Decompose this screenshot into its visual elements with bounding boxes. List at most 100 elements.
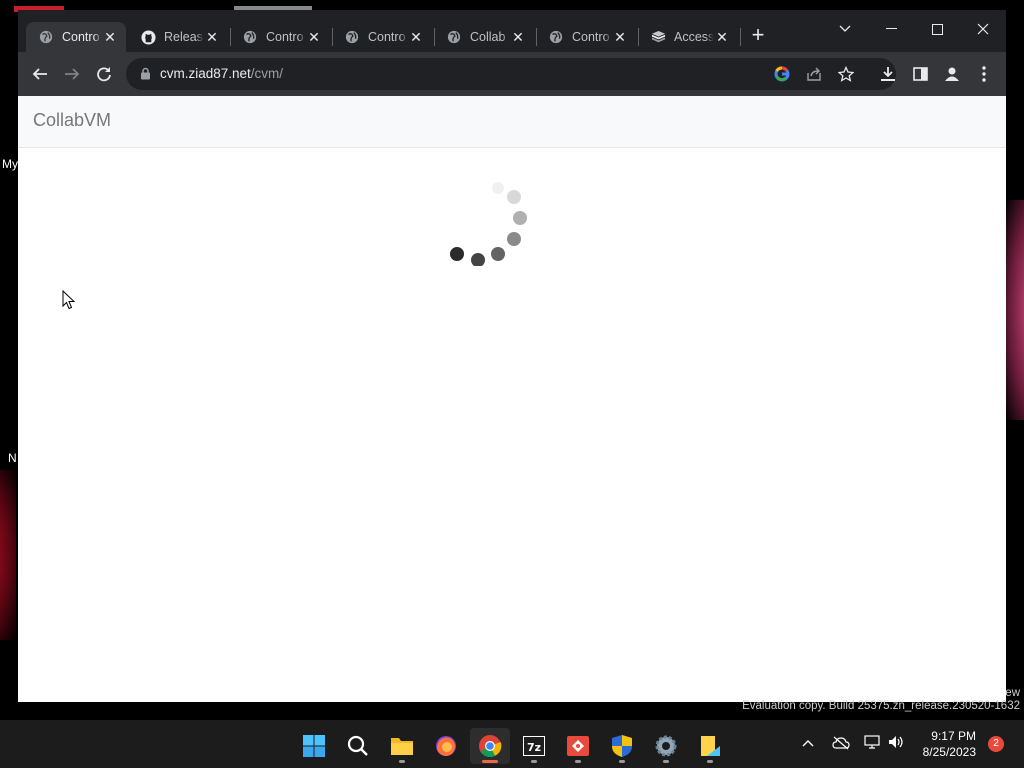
clock-time: 9:17 PM (931, 729, 976, 743)
file-explorer-button[interactable] (382, 728, 422, 764)
tab-control-2[interactable]: Contro ✕ (230, 22, 330, 52)
7zip-button[interactable]: 7z (514, 728, 554, 764)
close-icon[interactable]: ✕ (204, 29, 220, 45)
search-icon (347, 735, 368, 756)
tab-control-3[interactable]: Contro ✕ (332, 22, 432, 52)
forward-button[interactable] (58, 60, 86, 88)
clock-date: 8/25/2023 (922, 745, 976, 759)
chrome-icon (479, 735, 502, 757)
watermark-fragment: ew (1005, 687, 1020, 699)
side-panel-icon[interactable] (908, 62, 932, 86)
url-path: /cvm/ (250, 66, 284, 81)
globe-icon (38, 29, 54, 45)
close-icon[interactable]: ✕ (714, 29, 730, 45)
wallpaper-glow-left (0, 470, 16, 640)
svg-text:7z: 7z (527, 741, 541, 754)
tab-release[interactable]: Release ✕ (128, 22, 228, 52)
site-brand-link[interactable]: CollabVM (33, 110, 111, 131)
close-window-button[interactable] (960, 14, 1006, 44)
url-text: cvm.ziad87.net/cvm/ (160, 66, 283, 81)
running-indicator (531, 760, 537, 763)
tab-access[interactable]: Access ✕ (638, 22, 738, 52)
loading-spinner-icon (442, 176, 532, 267)
close-icon[interactable]: ✕ (612, 29, 628, 45)
tab-control-1[interactable]: Contro ✕ (26, 22, 126, 52)
tab-title: Collab (470, 30, 506, 44)
running-indicator (707, 760, 713, 763)
url-host: cvm.ziad87.net (160, 66, 251, 81)
wallpaper-glow-right (1006, 200, 1024, 420)
reload-button[interactable] (90, 60, 118, 88)
tab-separator (740, 28, 741, 46)
new-tab-button[interactable]: + (746, 24, 770, 48)
close-icon[interactable]: ✕ (102, 29, 118, 45)
volume-icon[interactable] (888, 735, 904, 752)
running-indicator (482, 760, 498, 763)
window-drag-handle[interactable] (234, 6, 312, 10)
tab-strip: Contro ✕ Release ✕ Contro ✕ Contro ✕ (18, 6, 1006, 52)
globe-icon (548, 29, 564, 45)
address-bar[interactable]: cvm.ziad87.net/cvm/ (126, 58, 896, 90)
firefox-icon (436, 736, 456, 756)
browser-toolbar: cvm.ziad87.net/cvm/ (18, 52, 1006, 96)
maximize-icon (931, 23, 943, 35)
onedrive-offline-icon[interactable] (832, 736, 850, 753)
profile-icon[interactable] (940, 62, 964, 86)
tab-search-button[interactable] (822, 14, 868, 44)
chrome-button[interactable] (470, 728, 510, 764)
reload-icon (97, 67, 111, 82)
minimize-button[interactable] (868, 14, 914, 44)
close-icon[interactable]: ✕ (510, 29, 526, 45)
taskbar-search-button[interactable] (338, 728, 378, 764)
tab-collab[interactable]: Collab ✕ (434, 22, 534, 52)
tab-control-4[interactable]: Contro ✕ (536, 22, 636, 52)
git-button[interactable] (558, 728, 598, 764)
globe-icon (242, 29, 258, 45)
start-icon (303, 735, 325, 757)
running-indicator (619, 760, 625, 763)
tab-title: Release (164, 30, 204, 44)
desktop-label-fragment: My (2, 157, 18, 171)
desktop-label-fragment: N (8, 451, 17, 465)
download-icon[interactable] (876, 62, 900, 86)
notepad-button[interactable] (690, 728, 730, 764)
tray-overflow-chevron-icon[interactable] (802, 736, 814, 750)
close-icon (977, 23, 989, 35)
arrow-right-icon (65, 68, 80, 80)
chevron-down-icon (839, 25, 851, 32)
bookmark-star-icon[interactable] (836, 64, 856, 84)
tab-title: Contro (62, 30, 100, 44)
arrow-left-icon (32, 68, 47, 80)
file-explorer-icon (391, 738, 413, 755)
github-icon (140, 29, 156, 45)
minimize-icon (885, 28, 897, 29)
git-icon (567, 736, 589, 756)
page-viewport: CollabVM (18, 96, 1006, 702)
tab-title: Contro (368, 30, 406, 44)
share-icon[interactable] (804, 64, 824, 84)
lock-icon[interactable] (140, 67, 151, 85)
network-icon[interactable] (864, 735, 880, 752)
mouse-cursor-icon (62, 289, 76, 315)
defender-button[interactable] (602, 728, 642, 764)
globe-icon (344, 29, 360, 45)
notepad-icon (701, 736, 720, 756)
stack-icon (650, 29, 666, 45)
start-button[interactable] (294, 728, 334, 764)
system-clock[interactable]: 9:17 PM 8/25/2023 (923, 728, 976, 760)
settings-button[interactable] (646, 728, 686, 764)
close-icon[interactable]: ✕ (408, 29, 424, 45)
google-icon[interactable] (772, 64, 792, 84)
taskbar: 7z 9:17 PM 8/25/2023 2 (0, 720, 1024, 768)
notification-badge[interactable]: 2 (988, 736, 1004, 752)
evaluation-watermark: Evaluation copy. Build 25375.zn_release.… (742, 700, 1020, 712)
tab-title: Access (674, 30, 714, 44)
menu-kebab-icon[interactable] (972, 62, 996, 86)
7zip-icon: 7z (523, 736, 545, 756)
firefox-button[interactable] (426, 728, 466, 764)
maximize-button[interactable] (914, 14, 960, 44)
browser-window: Contro ✕ Release ✕ Contro ✕ Contro ✕ (18, 6, 1006, 702)
close-icon[interactable]: ✕ (306, 29, 322, 45)
back-button[interactable] (26, 60, 54, 88)
running-indicator (663, 760, 669, 763)
